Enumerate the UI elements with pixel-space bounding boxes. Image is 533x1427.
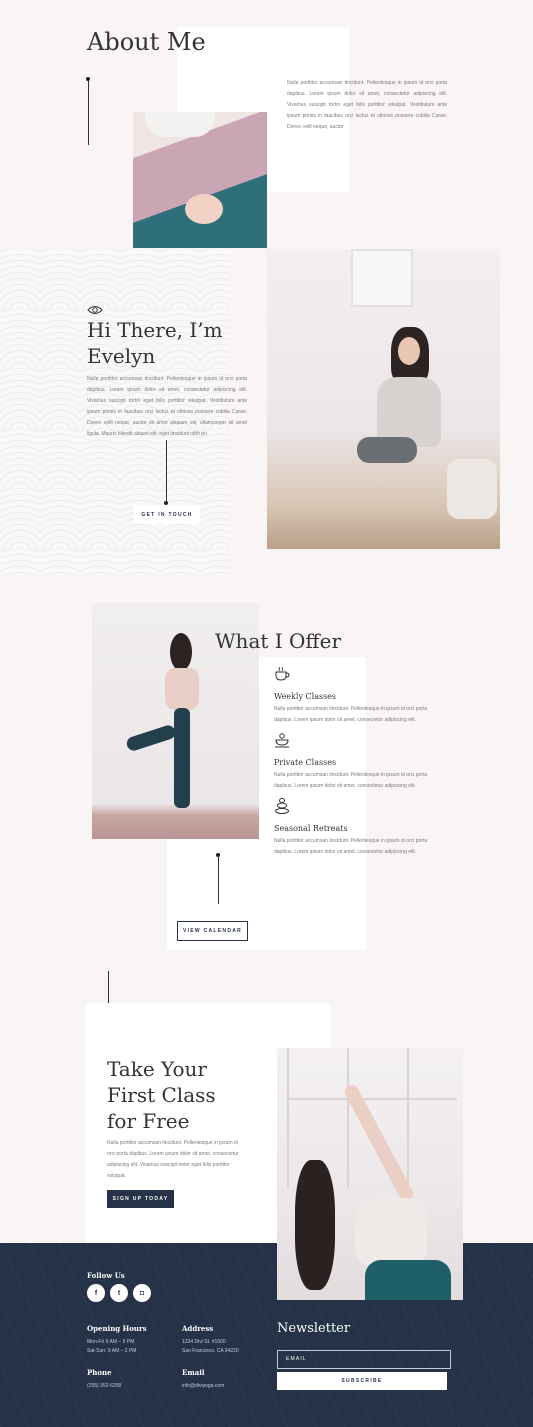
intro-title-line2: Evelyn (87, 344, 156, 368)
about-body: Nulla porttitor accumsan tincidunt. Pell… (287, 80, 447, 130)
cta-title-line2: First Class (107, 1083, 216, 1107)
cta-title-line3: for Free (107, 1109, 190, 1133)
view-calendar-button[interactable]: VIEW CALENDAR (177, 921, 248, 941)
intro-title-line1: Hi There, I’m (87, 318, 223, 342)
evelyn-photo (267, 249, 500, 549)
intro-body: Nulla porttitor accumsan tincidunt. Pell… (87, 376, 247, 437)
phone-heading: Phone (87, 1368, 112, 1377)
address-heading: Address (182, 1324, 214, 1333)
follow-us-heading: Follow Us (87, 1271, 125, 1280)
facebook-icon[interactable]: f (87, 1284, 105, 1302)
email-address[interactable]: info@diviyoga.com (182, 1381, 224, 1391)
offer-item-2-title: Private Classes (274, 758, 337, 767)
email-heading: Email (182, 1368, 205, 1377)
twitter-icon[interactable]: t (110, 1284, 128, 1302)
intro-line (166, 440, 167, 502)
offer-item-1-title: Weekly Classes (274, 692, 337, 701)
opening-hours-heading: Opening Hours (87, 1324, 147, 1333)
offer-item-2-icon (274, 732, 290, 753)
hours-weekend: Sat-Sun: 9 AM – 2 PM (87, 1348, 137, 1354)
offer-item-3-icon (274, 797, 290, 819)
offer-item-3-title: Seasonal Retreats (274, 824, 348, 833)
offer-item-1-icon (274, 666, 290, 687)
timeline-line (88, 80, 89, 145)
newsletter-email-input[interactable]: EMAIL (277, 1350, 451, 1369)
yoga-hands-photo (133, 112, 267, 248)
instagram-icon[interactable]: ◘ (133, 1284, 151, 1302)
newsletter-heading: Newsletter (277, 1321, 351, 1336)
offer-line (218, 856, 219, 904)
offer-item-3-body: Nulla porttitor accumsan tincidunt. Pell… (274, 838, 428, 855)
sign-up-today-button[interactable]: SIGN UP TODAY (107, 1190, 174, 1208)
offer-title: What I Offer (215, 629, 342, 653)
cta-body: Nulla porttitor accumsan tincidunt. Pell… (107, 1140, 239, 1179)
address-city: San Francisco, CA 94220 (182, 1348, 239, 1354)
offer-item-1-body: Nulla porttitor accumsan tincidunt. Pell… (274, 706, 428, 723)
stretch-pose-photo (277, 1048, 463, 1300)
phone-number[interactable]: (255) 352-6258 (87, 1381, 121, 1391)
offer-item-2-body: Nulla porttitor accumsan tincidunt. Pell… (274, 772, 428, 789)
subscribe-button[interactable]: SUBSCRIBE (277, 1372, 447, 1390)
get-in-touch-button[interactable]: GET IN TOUCH (135, 506, 199, 523)
intro-dot (164, 501, 168, 505)
cta-title-line1: Take Your (107, 1057, 207, 1081)
about-title: About Me (87, 28, 206, 56)
